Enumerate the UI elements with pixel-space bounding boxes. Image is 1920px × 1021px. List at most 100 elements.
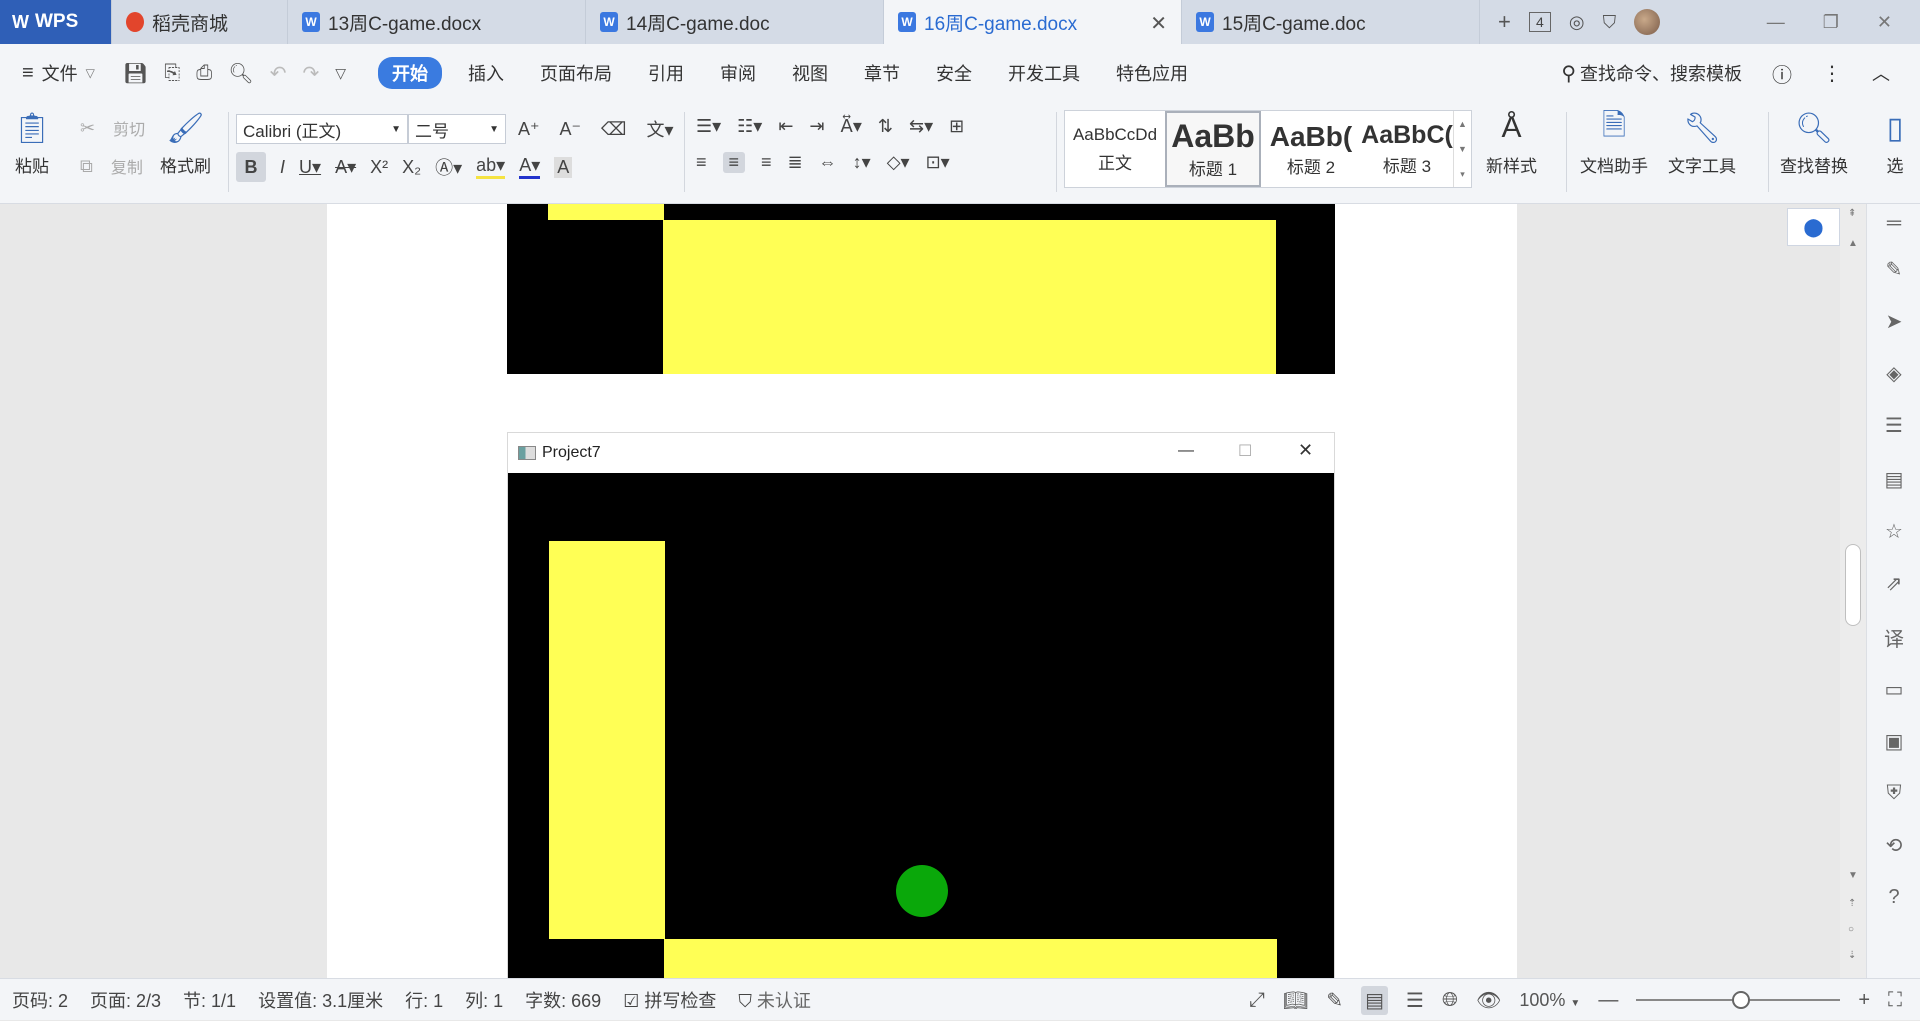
find-replace-button[interactable]: 🔍︎ 查找替换 (1780, 110, 1848, 177)
zoom-slider-knob[interactable] (1732, 991, 1751, 1009)
menu-item-section[interactable]: 章节 (846, 60, 918, 86)
vertical-scrollbar[interactable]: ⇞ ▲ ▼ ⇡ ○ ⇣ (1840, 204, 1866, 978)
user-avatar[interactable] (1634, 9, 1661, 35)
italic-button[interactable]: I (280, 157, 285, 178)
tab-count-badge[interactable]: 4 (1528, 12, 1551, 32)
fullscreen-icon[interactable]: ⤢ (1249, 989, 1265, 1012)
menu-item-references[interactable]: 引用 (630, 60, 702, 86)
redo-icon[interactable]: ↷ (302, 61, 319, 86)
text-tools-button[interactable]: 🔧︎ 文字工具 (1668, 110, 1736, 177)
select-button[interactable]: ▯ 选 (1880, 110, 1910, 177)
file-menu-button[interactable]: ≡ 文件 ▽ (22, 60, 95, 86)
undo-icon[interactable]: ↶ (270, 61, 287, 86)
save-icon[interactable]: 💾︎ (123, 61, 148, 86)
line-spacing-icon[interactable]: ↕▾ (853, 152, 871, 173)
restore-window-icon[interactable]: ❐ (1823, 12, 1839, 33)
subscript-button[interactable]: X₂ (402, 157, 421, 178)
status-word-count[interactable]: 字数: 669 (525, 987, 601, 1013)
print-icon[interactable]: ⎙ (196, 62, 212, 85)
menu-item-developer[interactable]: 开发工具 (990, 60, 1098, 86)
style-gallery-scroll[interactable]: ▲ ▼ ▾ (1453, 111, 1471, 187)
status-setting[interactable]: 设置值: 3.1厘米 (258, 987, 383, 1013)
bold-button[interactable]: B (236, 152, 266, 182)
gallery-icon[interactable]: ▤ (1881, 466, 1907, 492)
tab-document[interactable]: W 15周C-game.doc (1182, 0, 1480, 44)
style-heading-3[interactable]: AaBbC( 标题 3 (1359, 111, 1455, 187)
skin-icon[interactable]: ⛉ (1603, 12, 1617, 33)
close-tab-icon[interactable]: ✕ (1150, 11, 1167, 36)
style-normal[interactable]: AaBbCcDd 正文 (1067, 111, 1163, 187)
next-page-icon[interactable]: ⇣ (1848, 950, 1856, 961)
adjust-icon[interactable]: ☰ (1881, 412, 1907, 438)
font-family-select[interactable]: Calibri (正文) ▼ (236, 114, 408, 144)
tab-docer-store[interactable]: 稻壳商城 (112, 0, 288, 44)
export-icon[interactable]: ⎘ (164, 62, 180, 85)
bullet-list-icon[interactable]: ☰▾ (696, 116, 721, 137)
line-break-icon[interactable]: ⇆▾ (909, 116, 933, 137)
menu-item-home[interactable]: 开始 (378, 57, 442, 89)
menu-item-review[interactable]: 审阅 (702, 60, 774, 86)
collapse-ribbon-icon[interactable]: ︿ (1872, 60, 1890, 86)
archive-icon[interactable]: ▭ (1881, 676, 1907, 702)
pen-icon[interactable]: ✎ (1881, 256, 1907, 282)
numbered-list-icon[interactable]: ☷▾ (737, 116, 762, 137)
text-effect-button[interactable]: Ⓐ▾ (435, 154, 462, 180)
new-tab-button[interactable]: + (1498, 9, 1511, 35)
document-page[interactable]: Project7 — ☐ ✕ (327, 204, 1517, 978)
minimize-window-icon[interactable]: — (1767, 12, 1785, 33)
doc-assistant-button[interactable]: 🗎︎ 文档助手 (1580, 109, 1648, 177)
increase-indent-icon[interactable]: ⇥ (809, 116, 824, 137)
format-painter-button[interactable]: 🖌︎ 格式刷 (160, 110, 211, 177)
shading-icon[interactable]: ◇▾ (887, 152, 910, 173)
underline-button[interactable]: U▾ (299, 157, 321, 178)
scroll-down-icon[interactable]: ▼ (1848, 870, 1858, 881)
superscript-button[interactable]: X² (370, 157, 388, 178)
style-heading-2[interactable]: AaBb( 标题 2 (1263, 111, 1359, 187)
cloud-sync-icon[interactable]: ◎ (1569, 12, 1585, 33)
gallery-expand-icon[interactable]: ▾ (1460, 169, 1465, 180)
zoom-level[interactable]: 100% ▼ (1519, 990, 1580, 1011)
text-direction-icon[interactable]: A⃡▾ (841, 116, 862, 137)
print-preview-icon[interactable]: 🔍︎ (228, 61, 253, 86)
align-center-icon[interactable]: ≡ (722, 152, 746, 173)
zoom-in-icon[interactable]: + (1858, 989, 1870, 1012)
align-right-icon[interactable]: ≡ (761, 152, 772, 173)
status-row[interactable]: 行: 1 (405, 987, 443, 1013)
distributed-icon[interactable]: ⇔ (819, 152, 837, 173)
font-color-button[interactable]: A▾ (519, 155, 541, 179)
page-view-icon[interactable]: ▤ (1361, 985, 1389, 1015)
translate-icon[interactable]: 译 (1881, 624, 1907, 651)
clear-format-icon[interactable]: ⌫ (601, 119, 626, 140)
panel-drag-icon[interactable]: ═ (1881, 210, 1907, 236)
align-left-icon[interactable]: ≡ (696, 152, 707, 173)
increase-font-icon[interactable]: A⁺ (518, 119, 540, 140)
sort-icon[interactable]: ⇅ (878, 116, 893, 137)
character-shading-button[interactable]: A (554, 156, 573, 178)
zoom-out-icon[interactable]: — (1598, 989, 1618, 1012)
previous-page-icon[interactable]: ⇡ (1848, 898, 1856, 909)
status-page-code[interactable]: 页码: 2 (12, 987, 68, 1013)
table-grid-icon[interactable]: ⊞ (949, 116, 964, 137)
menu-item-insert[interactable]: 插入 (450, 60, 522, 86)
web-view-icon[interactable]: 🌐︎ (1442, 989, 1458, 1012)
more-options-icon[interactable]: ⋮ (1822, 61, 1842, 86)
document-area[interactable]: Project7 — ☐ ✕ (0, 204, 1866, 978)
status-section[interactable]: 节: 1/1 (183, 987, 236, 1013)
help-icon[interactable]: ? (1881, 884, 1907, 910)
tab-wps-home[interactable]: W WPS (0, 0, 112, 44)
command-search[interactable]: ⚲ 查找命令、搜索模板 (1561, 60, 1742, 86)
tab-document-active[interactable]: W 16周C-game.docx ✕ (884, 0, 1182, 44)
scrollbar-thumb[interactable] (1845, 544, 1861, 626)
copy-button[interactable]: ⧉ 复制 (80, 154, 143, 178)
tab-document[interactable]: W 13周C-game.docx (288, 0, 586, 44)
phonetic-guide-icon[interactable]: 文▾ (646, 116, 673, 142)
select-browse-icon[interactable]: ○ (1848, 924, 1854, 935)
scroll-top-icon[interactable]: ⇞ (1848, 208, 1856, 219)
zoom-slider[interactable] (1636, 991, 1841, 1009)
auth-status[interactable]: ⛉ 未认证 (738, 987, 811, 1013)
shapes-icon[interactable]: ◈ (1881, 360, 1907, 386)
spell-check-button[interactable]: ☑ 拼写检查 (623, 987, 716, 1013)
location-pin-icon[interactable]: ⬤ (1787, 208, 1840, 246)
font-size-select[interactable]: 二号 ▼ (408, 114, 506, 144)
share-icon[interactable]: ⇗ (1881, 570, 1907, 596)
